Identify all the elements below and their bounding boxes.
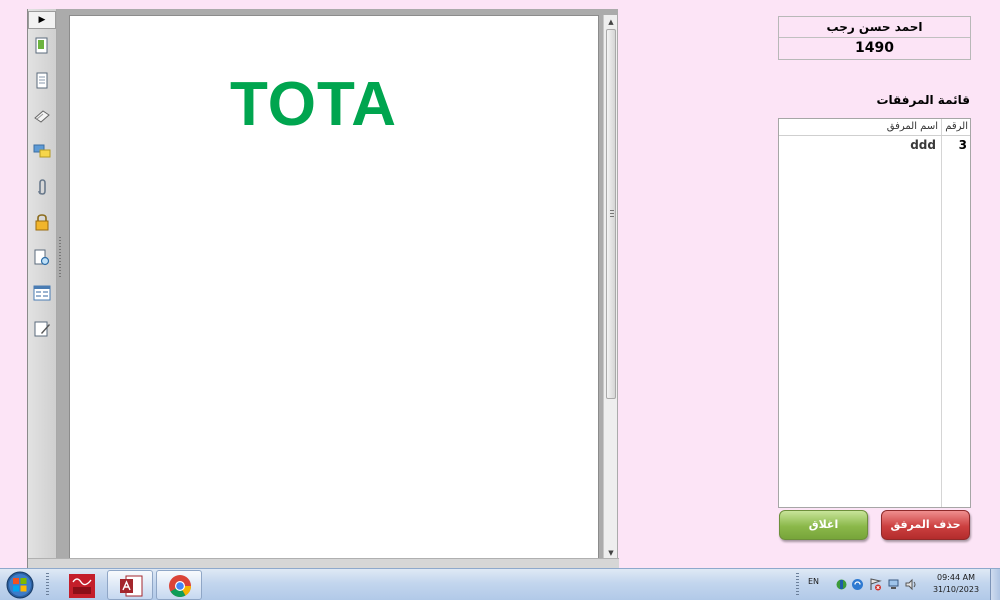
column-header-name[interactable]: اسم المرفق [810,121,938,132]
column-divider [941,119,942,507]
volume-icon[interactable] [905,578,918,591]
attachment-number: 3 [958,138,967,152]
triangle-right-icon[interactable]: ▶ [28,11,56,29]
taskbar-app-rt[interactable] [58,570,104,600]
viewer-status-bar [28,558,619,568]
clock[interactable]: 09:44 AM 31/10/2023 [925,572,987,596]
document-search-icon[interactable] [33,249,51,267]
record-info-box: احمد حسن رجب 1490 [778,16,971,60]
clock-time: 09:44 AM [937,573,975,582]
edit-icon[interactable] [33,320,51,338]
form-icon[interactable] [33,284,51,302]
pdf-viewer: ▶ TOTA ▲ ▼ [27,9,619,568]
network-icon[interactable] [887,578,900,591]
navigation-pane: ▶ [28,9,57,568]
tray-grip[interactable] [796,573,799,597]
attachment-name: ddd [910,138,936,152]
splitter-grip[interactable] [59,237,61,277]
comment-icon[interactable] [33,143,51,161]
attachment-icon[interactable] [33,178,51,196]
signature-icon[interactable] [33,107,51,125]
document-icon[interactable] [33,72,51,90]
language-indicator[interactable]: EN [808,577,819,586]
record-number: 1490 [855,40,894,56]
microsoft-access-icon [120,575,143,597]
close-button[interactable]: اغلاق [779,510,868,540]
show-desktop-button[interactable] [990,569,1000,600]
delete-attachment-button[interactable]: حذف المرفق [881,510,970,540]
column-header-number[interactable]: الرقم [940,121,968,132]
document-title: TOTA [230,70,398,139]
attachments-list[interactable]: الرقم اسم المرفق 3 ddd [778,118,971,508]
action-center-icon[interactable] [869,578,882,591]
taskbar-app-access[interactable] [107,570,153,600]
taskbar-app-chrome[interactable] [156,570,202,600]
lock-icon[interactable] [33,213,51,231]
pdf-page: TOTA [69,15,599,568]
scrollbar-thumb[interactable] [606,29,616,399]
sync-icon[interactable] [851,578,864,591]
person-name: احمد حسن رجب [779,17,970,38]
google-chrome-icon [169,575,191,597]
list-header: الرقم اسم المرفق [779,119,970,136]
windows-start-icon[interactable] [4,570,36,600]
vertical-scrollbar[interactable]: ▲ ▼ [603,15,617,560]
network-sharing-icon[interactable] [835,578,848,591]
rt-tool-icon [69,574,95,598]
clock-date: 31/10/2023 [932,585,980,594]
list-item[interactable]: 3 ddd [779,137,970,153]
taskbar: EN 09:44 AM 31/10/2023 [0,568,1000,600]
scroll-up-icon[interactable]: ▲ [604,15,618,29]
pages-icon[interactable] [33,37,51,55]
taskbar-grip[interactable] [46,573,49,597]
attachments-list-title: قائمة المرفقات [876,93,970,107]
